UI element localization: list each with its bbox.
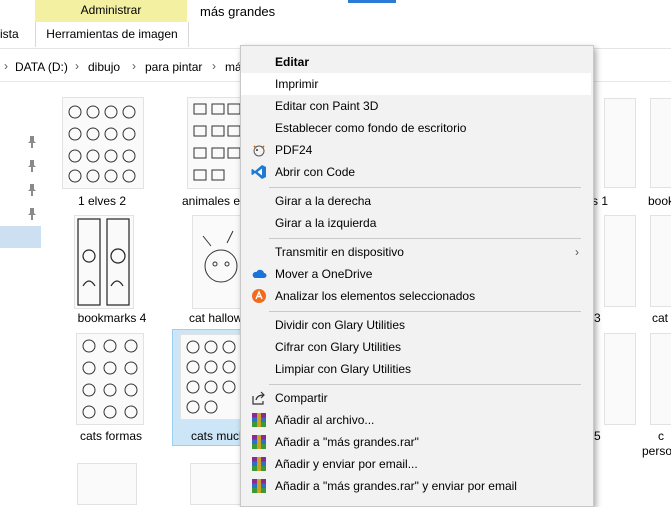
file-thumbnail[interactable] xyxy=(77,463,137,505)
menu-item-set-wallpaper[interactable]: Establecer como fondo de escritorio xyxy=(241,117,591,139)
winrar-icon xyxy=(251,434,267,450)
breadcrumb-drive[interactable]: DATA (D:) xyxy=(15,60,68,74)
file-name-partial[interactable]: book xyxy=(648,194,671,208)
breadcrumb-chevron-icon: › xyxy=(132,59,136,73)
menu-item-glary-encrypt[interactable]: Cifrar con Glary Utilities xyxy=(241,336,591,358)
pin-icon[interactable] xyxy=(27,184,37,196)
menu-item-add-rar-email[interactable]: Añadir a "más grandes.rar" y enviar por … xyxy=(241,475,591,497)
file-name-partial[interactable]: cat xyxy=(652,311,668,325)
file-name-partial[interactable]: c xyxy=(658,429,664,443)
file-thumbnail[interactable] xyxy=(190,463,244,505)
title-accent-bar xyxy=(348,0,396,3)
menu-item-editar[interactable]: Editar xyxy=(241,51,591,73)
file-thumbnail[interactable] xyxy=(180,334,242,420)
menu-item-rotate-right[interactable]: Girar a la derecha xyxy=(241,190,591,212)
file-thumbnail[interactable] xyxy=(187,97,244,189)
menu-item-pdf24[interactable]: PDF24 xyxy=(241,139,591,161)
tab-image-tools[interactable]: Herramientas de imagen xyxy=(35,22,189,47)
file-name[interactable]: 1 elves 2 xyxy=(47,194,157,208)
pin-icon[interactable] xyxy=(27,160,37,172)
file-thumbnail[interactable] xyxy=(62,97,144,189)
menu-item-add-email[interactable]: Añadir y enviar por email... xyxy=(241,453,591,475)
window-title: más grandes xyxy=(200,4,276,19)
menu-item-analyze[interactable]: Analizar los elementos seleccionados xyxy=(241,285,591,307)
tab-view-partial[interactable]: ista xyxy=(0,22,19,47)
menu-item-add-rar[interactable]: Añadir a "más grandes.rar" xyxy=(241,431,591,453)
menu-item-cast[interactable]: Transmitir en dispositivo › xyxy=(241,241,591,263)
menu-item-onedrive[interactable]: Mover a OneDrive xyxy=(241,263,591,285)
menu-item-glary-clean[interactable]: Limpiar con Glary Utilities xyxy=(241,358,591,380)
file-name[interactable]: cats much xyxy=(176,429,240,443)
file-name-partial[interactable]: s 1 xyxy=(592,194,608,208)
context-menu: Editar Imprimir Editar con Paint 3D Esta… xyxy=(240,45,594,507)
menu-divider xyxy=(269,187,581,188)
avast-icon xyxy=(251,288,267,304)
menu-divider xyxy=(269,238,581,239)
file-name[interactable]: cat hallow xyxy=(175,311,245,325)
pin-icon[interactable] xyxy=(27,136,37,148)
breadcrumb-chevron-icon: › xyxy=(75,59,79,73)
submenu-arrow-icon: › xyxy=(575,245,579,259)
tab-administrar[interactable]: Administrar xyxy=(35,0,187,22)
winrar-icon xyxy=(251,456,267,472)
menu-item-glary-split[interactable]: Dividir con Glary Utilities xyxy=(241,314,591,336)
menu-divider xyxy=(269,384,581,385)
file-thumbnail[interactable] xyxy=(650,215,671,307)
vscode-icon xyxy=(251,164,267,180)
menu-item-open-code[interactable]: Abrir con Code xyxy=(241,161,591,183)
menu-item-paint3d[interactable]: Editar con Paint 3D xyxy=(241,95,591,117)
pin-icon[interactable] xyxy=(27,208,37,220)
file-thumbnail[interactable] xyxy=(192,215,244,309)
file-thumbnail[interactable] xyxy=(604,215,636,307)
file-name[interactable]: bookmarks 4 xyxy=(57,311,167,325)
menu-item-add-archive[interactable]: Añadir al archivo... xyxy=(241,409,591,431)
file-thumbnail[interactable] xyxy=(76,333,144,425)
file-name-partial[interactable]: 5 xyxy=(594,429,601,443)
breadcrumb-chevron-icon: › xyxy=(4,59,8,73)
file-thumbnail[interactable] xyxy=(604,333,636,425)
winrar-icon xyxy=(251,412,267,428)
pdf24-sheep-icon xyxy=(251,142,267,158)
menu-item-imprimir[interactable]: Imprimir xyxy=(241,73,591,95)
menu-item-rotate-left[interactable]: Girar a la izquierda xyxy=(241,212,591,234)
file-thumbnail[interactable] xyxy=(74,215,134,309)
file-thumbnail[interactable] xyxy=(650,98,671,188)
winrar-icon xyxy=(251,478,267,494)
breadcrumb-dibujo[interactable]: dibujo xyxy=(88,60,120,74)
file-name-partial[interactable]: perso xyxy=(642,444,671,458)
menu-divider xyxy=(269,311,581,312)
file-name[interactable]: cats formas xyxy=(56,429,166,443)
breadcrumb-para-pintar[interactable]: para pintar xyxy=(145,60,202,74)
onedrive-cloud-icon xyxy=(251,266,267,282)
file-name-partial[interactable]: 3 xyxy=(594,311,601,325)
nav-selected-item[interactable] xyxy=(0,226,41,248)
menu-item-share[interactable]: Compartir xyxy=(241,387,591,409)
file-name[interactable]: animales en xyxy=(160,194,240,208)
file-thumbnail[interactable] xyxy=(604,98,636,188)
share-icon xyxy=(251,390,267,406)
file-thumbnail[interactable] xyxy=(650,333,671,425)
breadcrumb-chevron-icon: › xyxy=(212,59,216,73)
